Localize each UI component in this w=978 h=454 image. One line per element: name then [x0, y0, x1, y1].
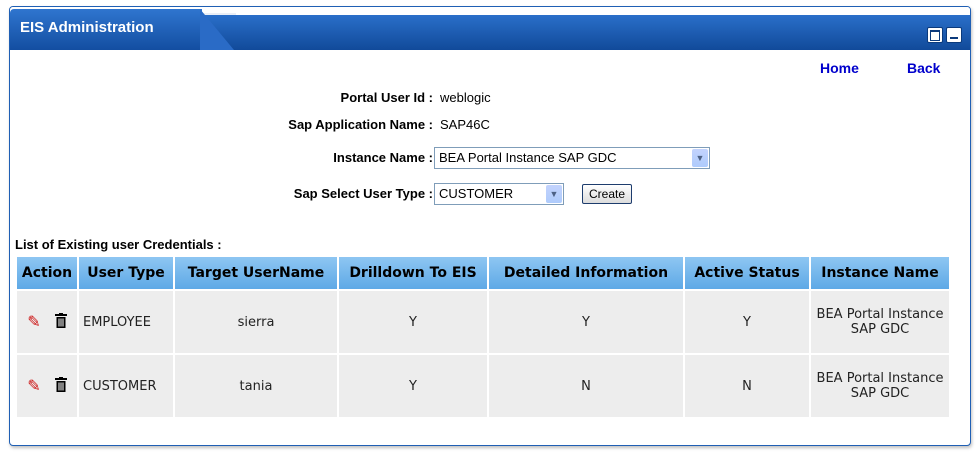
- user-type-row: Sap Select User Type : CUSTOMER ▼ Create: [10, 183, 970, 205]
- active-status-cell: Y: [685, 291, 809, 355]
- detailed-info-cell: Y: [489, 291, 683, 355]
- chevron-down-icon: ▼: [692, 149, 708, 167]
- col-action: Action: [17, 257, 77, 291]
- instance-name-cell: BEA Portal Instance SAP GDC: [811, 291, 949, 355]
- drilldown-cell: Y: [339, 355, 487, 419]
- col-detailed-information: Detailed Information: [489, 257, 683, 291]
- instance-name-select[interactable]: BEA Portal Instance SAP GDC ▼: [434, 147, 710, 169]
- chevron-down-icon: ▼: [546, 185, 562, 203]
- maximize-icon[interactable]: [927, 27, 943, 43]
- minimize-icon[interactable]: [946, 27, 962, 43]
- user-type-selected: CUSTOMER: [439, 186, 514, 201]
- col-target-username: Target UserName: [175, 257, 337, 291]
- table-row: ✎ EMPLOYEE sierra Y Y Y BEA Portal Insta…: [17, 291, 949, 355]
- col-drilldown: Drilldown To EIS: [339, 257, 487, 291]
- instance-name-cell: BEA Portal Instance SAP GDC: [811, 355, 949, 419]
- eis-admin-portlet: EIS Administration Home Back Portal User…: [9, 6, 971, 446]
- instance-name-row: Instance Name : BEA Portal Instance SAP …: [10, 147, 970, 169]
- back-link[interactable]: Back: [907, 60, 940, 76]
- sap-app-name-row: Sap Application Name : SAP46C: [10, 117, 970, 139]
- credentials-table: Action User Type Target UserName Drilldo…: [15, 257, 951, 419]
- target-username-cell: sierra: [175, 291, 337, 355]
- sap-app-name-label: Sap Application Name :: [288, 117, 433, 132]
- drilldown-cell: Y: [339, 291, 487, 355]
- portlet-title: EIS Administration: [20, 19, 154, 36]
- sap-app-name-value: SAP46C: [440, 117, 490, 132]
- instance-name-selected: BEA Portal Instance SAP GDC: [439, 150, 617, 165]
- user-type-label: Sap Select User Type :: [293, 186, 433, 201]
- portal-user-id-value: weblogic: [440, 90, 491, 105]
- trash-icon[interactable]: [54, 376, 67, 396]
- portal-user-id-row: Portal User Id : weblogic: [10, 90, 970, 112]
- title-tab-slope: [200, 9, 234, 50]
- col-user-type: User Type: [79, 257, 173, 291]
- list-title: List of Existing user Credentials :: [15, 237, 222, 252]
- user-type-select[interactable]: CUSTOMER ▼: [434, 183, 564, 205]
- table-header-row: Action User Type Target UserName Drilldo…: [17, 257, 949, 291]
- user-type-cell: EMPLOYEE: [79, 291, 173, 355]
- action-cell: ✎: [17, 291, 77, 355]
- title-bar-light: [236, 7, 970, 15]
- portal-user-id-label: Portal User Id :: [340, 90, 433, 105]
- pencil-icon[interactable]: ✎: [27, 314, 40, 330]
- instance-name-label: Instance Name :: [333, 150, 433, 165]
- user-type-cell: CUSTOMER: [79, 355, 173, 419]
- col-instance-name: Instance Name: [811, 257, 949, 291]
- title-bar: EIS Administration: [10, 7, 970, 50]
- pencil-icon[interactable]: ✎: [27, 378, 40, 394]
- target-username-cell: tania: [175, 355, 337, 419]
- create-button[interactable]: Create: [582, 184, 633, 204]
- home-link[interactable]: Home: [820, 60, 859, 76]
- trash-icon[interactable]: [54, 312, 67, 332]
- col-active-status: Active Status: [685, 257, 809, 291]
- active-status-cell: N: [685, 355, 809, 419]
- action-cell: ✎: [17, 355, 77, 419]
- detailed-info-cell: N: [489, 355, 683, 419]
- table-row: ✎ CUSTOMER tania Y N N BEA Portal Instan…: [17, 355, 949, 419]
